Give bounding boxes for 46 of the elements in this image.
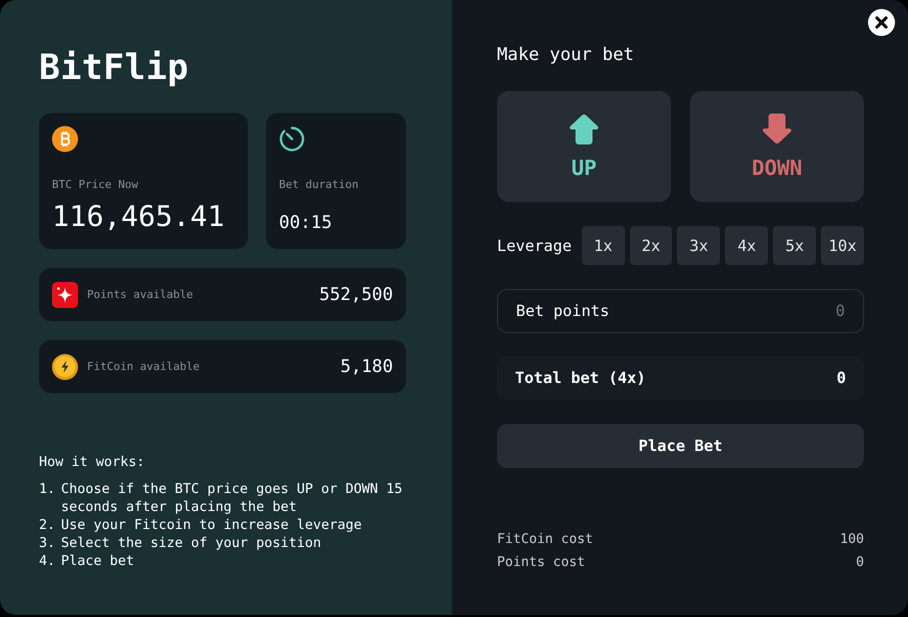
leverage-option[interactable]: 3x (677, 226, 720, 265)
leverage-option[interactable]: 1x (582, 226, 625, 265)
bitcoin-icon (52, 126, 78, 152)
stat-value: 00:15 (279, 212, 332, 234)
stat-value: 116,465.41 (52, 199, 225, 235)
stat-label: BTC Price Now (52, 178, 138, 192)
total-bet-label: Total bet (4x) (515, 369, 646, 387)
coin-icon (52, 354, 78, 380)
leverage-option[interactable]: 4x (725, 226, 768, 265)
up-button[interactable]: UP (497, 91, 671, 202)
balance-value: 5,180 (340, 356, 393, 376)
leverage-option[interactable]: 10x (821, 226, 864, 265)
cost-label: Points cost (497, 554, 586, 572)
step-number: 1. (39, 480, 56, 499)
section-heading: Make your bet (497, 44, 635, 67)
step-text: Choose if the BTC price goes UP or DOWN 15 seconds after placing the bet (61, 480, 404, 516)
cost-label: FitCoin cost (497, 531, 594, 549)
step-number: 3. (39, 534, 56, 552)
leverage-option[interactable]: 5x (773, 226, 816, 265)
step-number: 4. (39, 552, 56, 570)
bet-points-field[interactable]: Bet points 0 (497, 289, 864, 333)
step-number: 2. (39, 516, 56, 534)
close-button[interactable] (868, 9, 895, 36)
cost-value: 100 (840, 531, 864, 549)
instructions-heading: How it works: (39, 453, 146, 471)
bet-points-input[interactable]: 0 (619, 300, 845, 322)
up-arrow-icon (568, 113, 600, 145)
step-text: Use your Fitcoin to increase leverage (61, 516, 363, 534)
app-title: BitFlip (39, 47, 190, 90)
balance-value: 552,500 (319, 284, 393, 304)
balance-label: FitCoin available (87, 360, 201, 373)
place-bet-button[interactable]: Place Bet (497, 424, 864, 468)
sparkle-icon (52, 282, 78, 308)
bet-points-label: Bet points (516, 302, 610, 320)
timer-icon (279, 126, 305, 152)
step-text: Place bet (61, 552, 136, 570)
step-text: Select the size of your position (61, 534, 322, 552)
cost-value: 0 (856, 554, 864, 572)
stat-label: Bet duration (279, 178, 358, 192)
balance-label: Points available (87, 288, 194, 301)
leverage-label: Leverage (497, 236, 572, 254)
down-button[interactable]: DOWN (690, 91, 864, 202)
total-bet-value: 0 (836, 369, 846, 387)
close-icon (868, 9, 895, 36)
leverage-option[interactable]: 2x (630, 226, 672, 265)
down-arrow-icon (761, 113, 793, 145)
